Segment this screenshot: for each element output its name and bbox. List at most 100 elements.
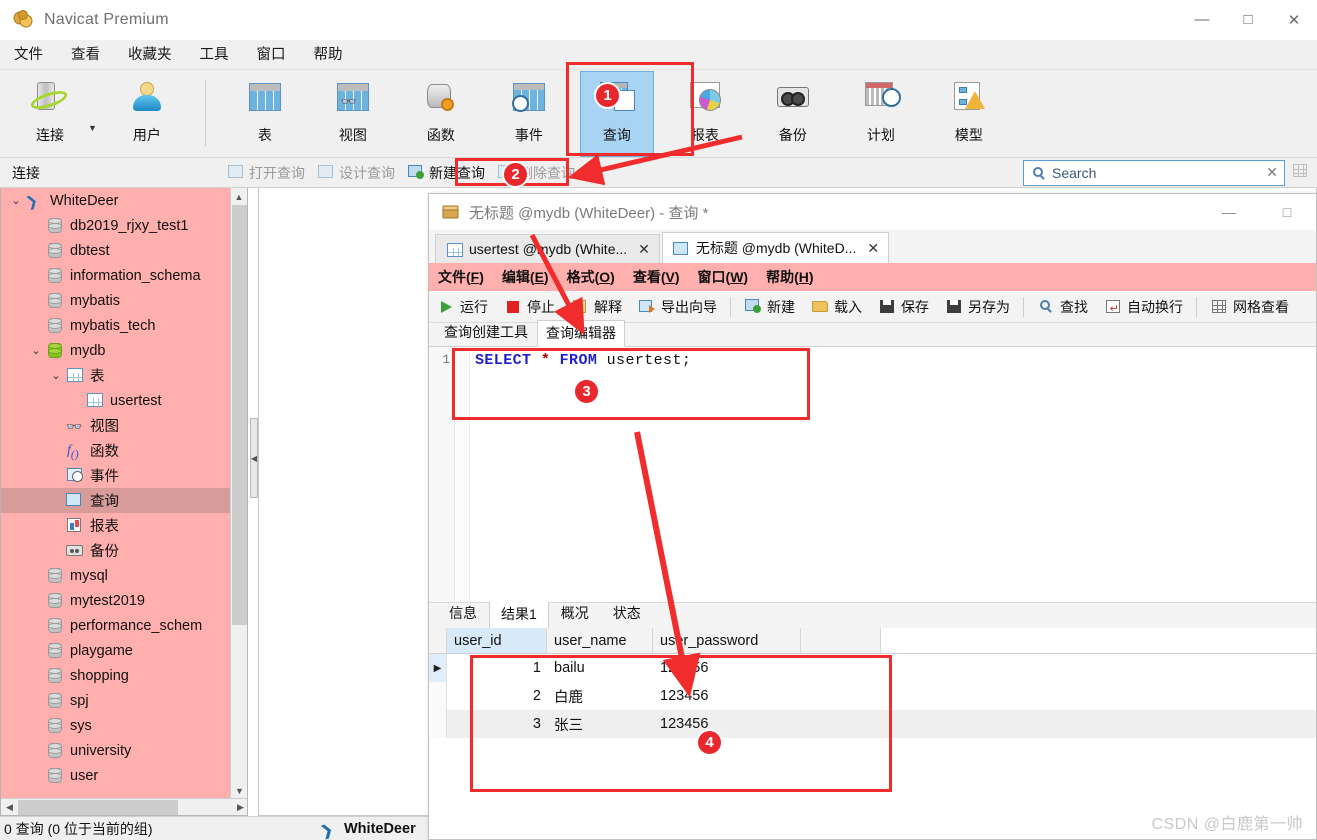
tree-item-performance_schem[interactable]: performance_schem bbox=[1, 613, 231, 638]
tree-item-university[interactable]: university bbox=[1, 738, 231, 763]
column-header-user-name[interactable]: user_name bbox=[547, 628, 653, 653]
export-wizard-button[interactable]: 导出向导 bbox=[630, 297, 725, 317]
tree-item-mydb[interactable]: ⌄ mydb bbox=[1, 338, 231, 363]
cell-user_id[interactable]: 2 bbox=[447, 682, 547, 710]
cell-user_id[interactable]: 3 bbox=[447, 710, 547, 738]
run-button[interactable]: 运行 bbox=[429, 297, 496, 317]
new-button[interactable]: 新建 bbox=[736, 297, 803, 317]
close-button[interactable]: ✕ bbox=[1271, 0, 1317, 40]
row-marker-icon[interactable] bbox=[429, 682, 447, 710]
subtab-query-editor[interactable]: 查询编辑器 bbox=[537, 320, 625, 347]
cell-user_name[interactable]: bailu bbox=[547, 654, 653, 682]
stop-button[interactable]: 停止 bbox=[496, 297, 563, 317]
query-maximize-button[interactable]: □ bbox=[1258, 194, 1316, 230]
grid-view-icon[interactable] bbox=[1291, 162, 1313, 184]
result-grid[interactable]: user_id user_name user_password ▶ 1 bailu 1… bbox=[429, 628, 1316, 738]
menu-view[interactable]: 查看 bbox=[57, 40, 114, 70]
toolbar-table[interactable]: 表 bbox=[229, 72, 301, 156]
subtab-query-builder[interactable]: 查询创建工具 bbox=[435, 319, 537, 346]
result-tab-result1[interactable]: 结果1 bbox=[489, 600, 549, 629]
find-button[interactable]: 查找 bbox=[1029, 297, 1096, 317]
tree-item-user[interactable]: user bbox=[1, 763, 231, 788]
toolbar-user[interactable]: 用户 bbox=[111, 72, 183, 156]
column-header-user-id[interactable]: user_id bbox=[447, 628, 547, 653]
scroll-up-arrow[interactable]: ▲ bbox=[231, 188, 247, 205]
minimize-button[interactable]: — bbox=[1179, 0, 1225, 40]
tree-item--[interactable]: 👓 视图 bbox=[1, 413, 231, 438]
hscroll-right-arrow[interactable]: ▶ bbox=[232, 802, 247, 813]
cell-user_name[interactable]: 张三 bbox=[547, 710, 653, 738]
qmenu-help[interactable]: 帮助(H) bbox=[757, 267, 822, 287]
database-tree[interactable]: ⌄ ❯ WhiteDeer db2019_rjxy_test1 dbtest inform… bbox=[1, 188, 231, 788]
scroll-down-arrow[interactable]: ▼ bbox=[231, 782, 247, 799]
tab-untitled-query[interactable]: 无标题 @mydb (WhiteD... ✕ bbox=[661, 232, 890, 263]
cell-user_id[interactable]: 1 bbox=[447, 654, 547, 682]
result-tab-info[interactable]: 信息 bbox=[437, 599, 489, 628]
tab-usertest-close-icon[interactable]: ✕ bbox=[638, 241, 650, 258]
tree-item-information_schema[interactable]: information_schema bbox=[1, 263, 231, 288]
cell-user_password[interactable]: 123456 bbox=[653, 654, 801, 682]
sql-code[interactable]: SELECT * FROM usertest; bbox=[475, 352, 691, 369]
tree-item-mybatis[interactable]: mybatis bbox=[1, 288, 231, 313]
tree-item-whitedeer[interactable]: ⌄ ❯ WhiteDeer bbox=[1, 188, 231, 213]
tree-item-spj[interactable]: spj bbox=[1, 688, 231, 713]
qmenu-window[interactable]: 窗口(W) bbox=[689, 267, 758, 287]
search-clear-icon[interactable]: ✕ bbox=[1266, 164, 1278, 181]
tree-item--[interactable]: 事件 bbox=[1, 463, 231, 488]
tree-item-usertest[interactable]: usertest bbox=[1, 388, 231, 413]
pane-splitter[interactable]: ◀ bbox=[250, 418, 258, 498]
table-row[interactable]: 3 张三 123456 bbox=[429, 710, 1316, 738]
tree-item-db2019_rjxy_test1[interactable]: db2019_rjxy_test1 bbox=[1, 213, 231, 238]
hscroll-thumb[interactable] bbox=[18, 799, 178, 815]
tree-item--[interactable]: ⌄ 表 bbox=[1, 363, 231, 388]
tree-item-mytest2019[interactable]: mytest2019 bbox=[1, 588, 231, 613]
menu-help[interactable]: 帮助 bbox=[300, 40, 357, 70]
cell-user_password[interactable]: 123456 bbox=[653, 682, 801, 710]
cell-user_password[interactable]: 123456 bbox=[653, 710, 801, 738]
toolbar-report[interactable]: 报表 bbox=[669, 72, 741, 156]
qmenu-view[interactable]: 查看(V) bbox=[624, 267, 689, 287]
open-query-button[interactable]: 打开查询 bbox=[227, 163, 305, 183]
explain-button[interactable]: 解释 bbox=[563, 297, 630, 317]
toolbar-query[interactable]: 查询 bbox=[579, 71, 654, 157]
result-tab-profile[interactable]: 概况 bbox=[549, 599, 601, 628]
menu-favorites[interactable]: 收藏夹 bbox=[114, 40, 186, 70]
menu-file[interactable]: 文件 bbox=[0, 40, 57, 70]
toolbar-connection[interactable]: 连接 bbox=[8, 72, 92, 156]
tree-item-playgame[interactable]: playgame bbox=[1, 638, 231, 663]
row-marker-icon[interactable] bbox=[429, 710, 447, 738]
toolbar-backup[interactable]: 备份 bbox=[757, 72, 829, 156]
qmenu-file[interactable]: 文件(F) bbox=[429, 267, 493, 287]
query-minimize-button[interactable]: — bbox=[1200, 194, 1258, 230]
tab-untitled-query-close-icon[interactable]: ✕ bbox=[867, 240, 879, 257]
new-query-button[interactable]: 新建查询 bbox=[407, 163, 485, 183]
load-button[interactable]: 载入 bbox=[803, 297, 870, 317]
scroll-thumb[interactable] bbox=[232, 205, 247, 625]
tree-item-sys[interactable]: sys bbox=[1, 713, 231, 738]
tree-vertical-scrollbar[interactable]: ▲ ▼ bbox=[230, 188, 247, 799]
tree-twisty-icon[interactable]: ⌄ bbox=[47, 369, 65, 382]
tree-item--[interactable]: 报表 bbox=[1, 513, 231, 538]
delete-query-button[interactable]: 删除查询 bbox=[497, 163, 575, 183]
sql-editor[interactable]: 1 SELECT * FROM usertest; bbox=[429, 347, 1316, 602]
word-wrap-button[interactable]: 自动换行 bbox=[1096, 297, 1191, 317]
cell-user_name[interactable]: 白鹿 bbox=[547, 682, 653, 710]
column-header-user-password[interactable]: user_password bbox=[653, 628, 801, 653]
tree-item-mybatis_tech[interactable]: mybatis_tech bbox=[1, 313, 231, 338]
hscroll-left-arrow[interactable]: ◀ bbox=[1, 802, 18, 813]
save-as-button[interactable]: 另存为 bbox=[937, 297, 1018, 317]
menu-tools[interactable]: 工具 bbox=[186, 40, 243, 70]
toolbar-view[interactable]: 👓 视图 bbox=[317, 72, 389, 156]
tab-usertest[interactable]: usertest @mydb (White... ✕ bbox=[435, 234, 660, 263]
table-row[interactable]: 2 白鹿 123456 bbox=[429, 682, 1316, 710]
search-input[interactable]: Search ✕ bbox=[1023, 159, 1285, 186]
table-row[interactable]: ▶ 1 bailu 123456 bbox=[429, 654, 1316, 682]
menu-window[interactable]: 窗口 bbox=[243, 40, 300, 70]
tree-twisty-icon[interactable]: ⌄ bbox=[7, 194, 25, 207]
tree-item--[interactable]: f() 函数 bbox=[1, 438, 231, 463]
tree-item--[interactable]: 查询 bbox=[1, 488, 231, 513]
maximize-button[interactable]: □ bbox=[1225, 0, 1271, 40]
grid-view-button[interactable]: 网格查看 bbox=[1202, 297, 1297, 317]
tree-item--[interactable]: 备份 bbox=[1, 538, 231, 563]
qmenu-format[interactable]: 格式(O) bbox=[558, 267, 624, 287]
